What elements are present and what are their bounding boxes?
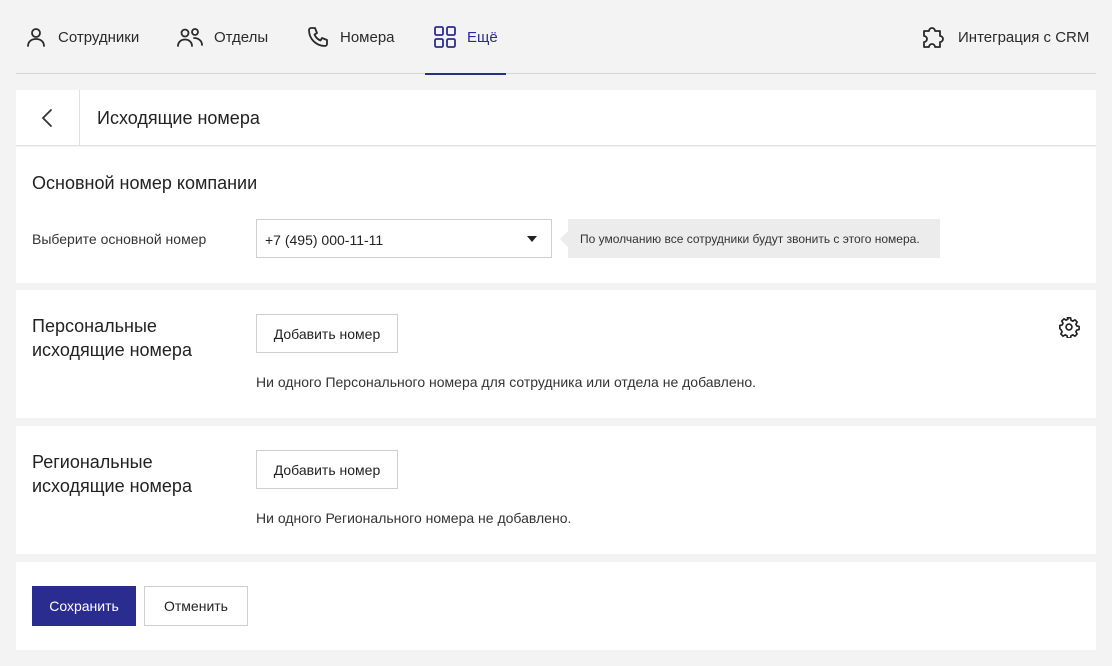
main-number-label: Выберите основной номер — [32, 231, 207, 247]
crm-integration-link[interactable]: Интеграция с CRM — [920, 0, 1089, 74]
back-button[interactable] — [16, 90, 80, 146]
user-icon — [27, 28, 45, 47]
grid-icon — [434, 26, 456, 48]
add-regional-number-button[interactable]: Добавить номер — [256, 450, 398, 489]
personal-title-line2: исходящие номера — [32, 340, 192, 360]
add-personal-number-button[interactable]: Добавить номер — [256, 314, 398, 353]
users-icon — [177, 28, 203, 47]
nav-tab-label: Номера — [340, 28, 395, 46]
main-number-select[interactable]: +7 (495) 000-11-11 — [256, 219, 552, 258]
regional-empty-text: Ни одного Регионального номера не добавл… — [256, 510, 572, 526]
personal-numbers-section: Персональные исходящие номера Добавить н… — [16, 290, 1096, 418]
nav-tab-label: Отделы — [214, 28, 269, 46]
nav-tab-departments[interactable]: Отделы — [176, 0, 268, 74]
crm-integration-label: Интеграция с CRM — [958, 28, 1090, 46]
page-title: Исходящие номера — [97, 108, 260, 128]
form-actions: Сохранить Отменить — [16, 562, 1096, 650]
personal-title-line1: Персональные — [32, 316, 157, 336]
main-number-title: Основной номер компании — [32, 173, 258, 193]
nav-tab-label: Ещё — [467, 28, 498, 46]
top-navigation: Сотрудники Отделы Номера Ещё Интеграция … — [16, 0, 1096, 75]
save-button[interactable]: Сохранить — [32, 586, 136, 626]
caret-down-icon — [527, 236, 537, 242]
cancel-button[interactable]: Отменить — [144, 586, 248, 626]
regional-title-line2: исходящие номера — [32, 476, 192, 496]
regional-numbers-section: Региональные исходящие номера Добавить н… — [16, 426, 1096, 554]
nav-tab-employees[interactable]: Сотрудники — [24, 0, 139, 74]
settings-button[interactable] — [1058, 316, 1080, 343]
nav-tab-label: Сотрудники — [58, 28, 140, 46]
regional-title-line1: Региональные — [32, 452, 153, 472]
page-header: Исходящие номера — [16, 90, 1096, 146]
nav-tab-numbers[interactable]: Номера — [306, 0, 395, 74]
main-number-section: Основной номер компании Выберите основно… — [16, 147, 1096, 283]
regional-numbers-title: Региональные исходящие номера — [32, 450, 192, 498]
main-number-value: +7 (495) 000-11-11 — [265, 232, 384, 248]
personal-numbers-title: Персональные исходящие номера — [32, 314, 192, 362]
gear-icon — [1059, 317, 1080, 339]
phone-icon — [308, 27, 328, 47]
personal-empty-text: Ни одного Персонального номера для сотру… — [256, 374, 757, 390]
puzzle-icon — [923, 27, 944, 48]
chevron-left-icon — [41, 109, 52, 127]
nav-tab-more[interactable]: Ещё — [425, 0, 506, 75]
main-number-hint: По умолчанию все сотрудники будут звонит… — [560, 219, 940, 258]
